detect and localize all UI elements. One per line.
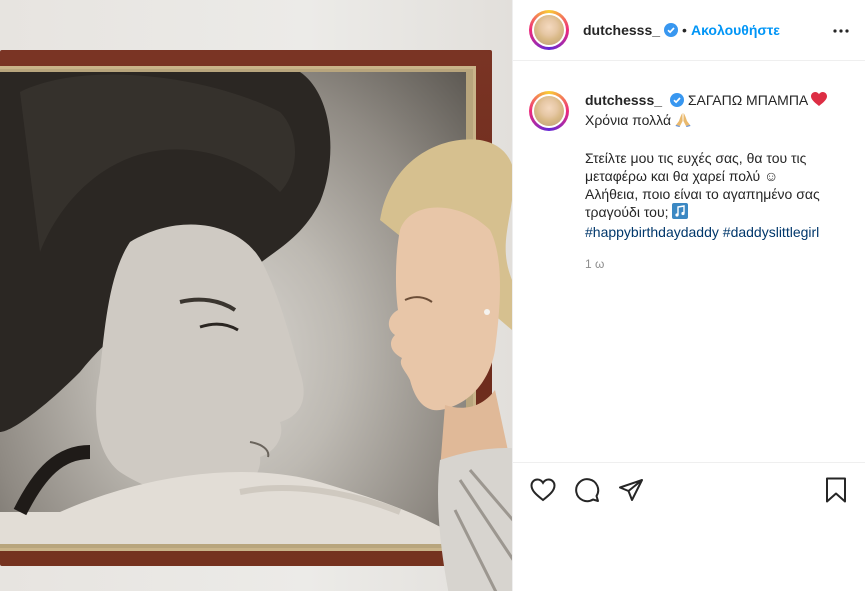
hashtag-link[interactable]: #daddyslittlegirl — [723, 224, 820, 240]
separator-dot: • — [682, 22, 687, 38]
caption-body-2: Αλήθεια, ποιο είναι το αγαπημένο σας τρα… — [585, 186, 820, 220]
heart-icon[interactable] — [529, 476, 557, 504]
caption-section: dutchesss_ ΣΑΓΑΠΩ ΜΠΑΜΠΑ Χρόνια πολλά Στ… — [513, 61, 865, 273]
heart-emoji — [811, 92, 828, 110]
post-image[interactable] — [0, 0, 512, 591]
woman-profile — [370, 130, 512, 591]
post-header: dutchesss_ • Ακολουθήστε — [513, 0, 865, 61]
pray-emoji — [675, 113, 691, 130]
comment-icon[interactable] — [573, 476, 601, 504]
follow-button[interactable]: Ακολουθήστε — [691, 22, 780, 38]
caption-line-1: ΣΑΓΑΠΩ ΜΠΑΜΠΑ — [687, 92, 808, 108]
caption-avatar[interactable] — [529, 91, 569, 131]
header-username[interactable]: dutchesss_ — [583, 22, 660, 38]
avatar[interactable] — [529, 10, 569, 50]
share-icon[interactable] — [617, 476, 645, 504]
caption-line-2: Χρόνια πολλά — [585, 112, 672, 128]
verified-badge-icon — [669, 93, 684, 107]
caption-text: dutchesss_ ΣΑΓΑΠΩ ΜΠΑΜΠΑ Χρόνια πολλά Στ… — [585, 91, 849, 273]
action-bar — [513, 462, 865, 516]
verified-badge-icon — [664, 23, 679, 37]
more-options-icon[interactable] — [833, 23, 849, 39]
music-emoji — [672, 203, 689, 222]
bookmark-icon[interactable] — [822, 476, 850, 504]
post-side-panel: dutchesss_ • Ακολουθήστε dutchesss_ ΣΑΓΑ… — [512, 0, 865, 591]
caption-body-1: Στείλτε μου τις ευχές σας, θα του τις με… — [585, 150, 807, 184]
post-timestamp[interactable]: 1 ω — [585, 255, 849, 273]
caption-username[interactable]: dutchesss_ — [585, 92, 662, 108]
hashtag-link[interactable]: #happybirthdaydaddy — [585, 224, 719, 240]
